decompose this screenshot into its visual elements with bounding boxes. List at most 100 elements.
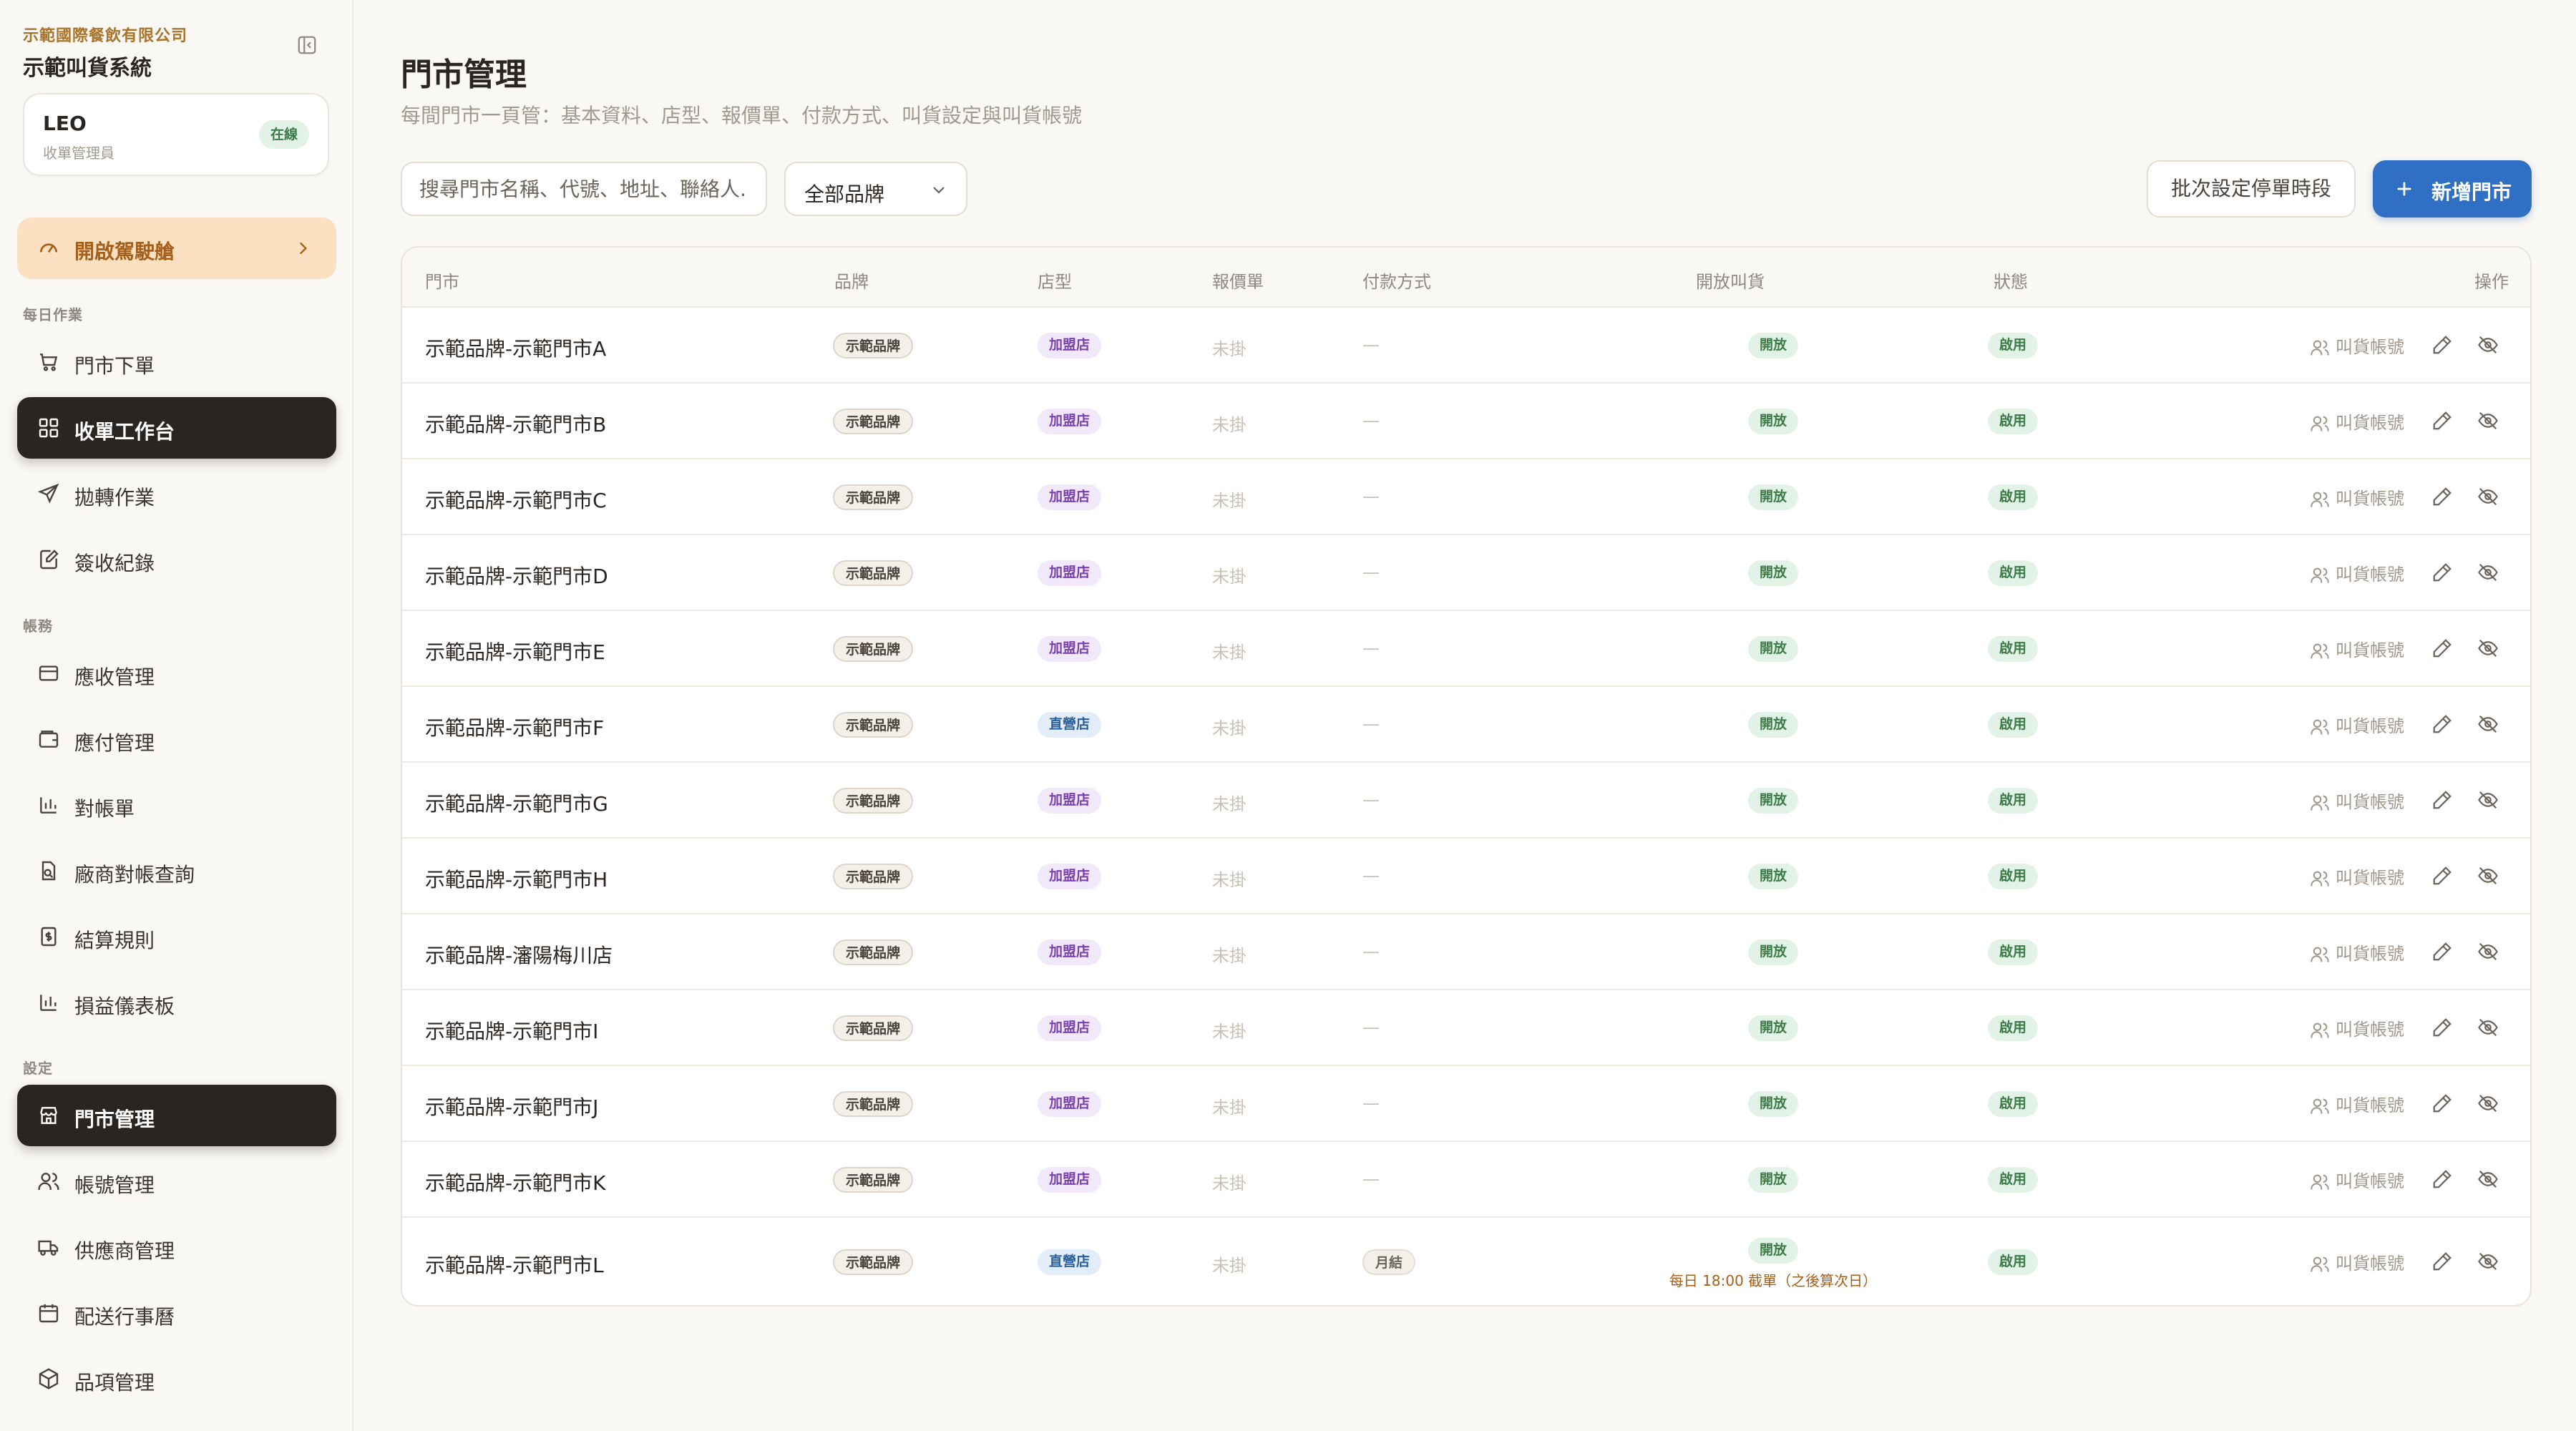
store-name[interactable]: 示範品牌-瀋陽梅川店: [425, 940, 613, 969]
store-name[interactable]: 示範品牌-示範門市A: [425, 333, 606, 362]
sidebar-item-statements[interactable]: 對帳單: [17, 774, 336, 836]
eye-off-icon[interactable]: [2477, 1093, 2499, 1114]
sidebar-item-order-workbench[interactable]: 收單工作台: [17, 397, 336, 459]
sidebar-item-store-order[interactable]: 門市下單: [17, 331, 336, 393]
batch-cutoff-button[interactable]: 批次設定停單時段: [2147, 160, 2356, 218]
table-row[interactable]: 示範品牌-示範門市H 示範品牌 加盟店 未掛 — 開放 啟用 叫貨帳號: [402, 839, 2530, 914]
eye-off-icon[interactable]: [2477, 1168, 2499, 1190]
eye-off-icon[interactable]: [2477, 1017, 2499, 1038]
edit-icon[interactable]: [2431, 1093, 2453, 1114]
search-input[interactable]: [401, 162, 767, 216]
edit-icon[interactable]: [2431, 486, 2453, 507]
store-name[interactable]: 示範品牌-示範門市J: [425, 1092, 598, 1120]
order-account-link[interactable]: 叫貨帳號: [2310, 484, 2404, 509]
sidebar-item-payables[interactable]: 應付管理: [17, 708, 336, 770]
bar-chart-icon: [37, 991, 60, 1014]
eye-off-icon[interactable]: [2477, 638, 2499, 659]
brand-badge: 示範品牌: [833, 788, 914, 814]
ordering-status-badge: 開放: [1747, 1015, 1798, 1041]
table-row[interactable]: 示範品牌-示範門市B 示範品牌 加盟店 未掛 — 開放 啟用 叫貨帳號: [402, 384, 2530, 459]
order-account-link[interactable]: 叫貨帳號: [2310, 1015, 2404, 1040]
table-row[interactable]: 示範品牌-瀋陽梅川店 示範品牌 加盟店 未掛 — 開放 啟用 叫貨帳號: [402, 914, 2530, 990]
eye-off-icon[interactable]: [2477, 334, 2499, 356]
table-row[interactable]: 示範品牌-示範門市I 示範品牌 加盟店 未掛 — 開放 啟用 叫貨帳號: [402, 990, 2530, 1066]
grid-icon: [37, 416, 60, 439]
quote-value: 未掛: [1212, 1022, 1246, 1042]
edit-icon[interactable]: [2431, 865, 2453, 887]
calendar-icon: [37, 1301, 60, 1324]
eye-off-icon[interactable]: [2477, 486, 2499, 507]
eye-off-icon[interactable]: [2477, 713, 2499, 735]
order-account-link[interactable]: 叫貨帳號: [2310, 864, 2404, 889]
store-name[interactable]: 示範品牌-示範門市K: [425, 1168, 605, 1196]
order-account-link[interactable]: 叫貨帳號: [2310, 712, 2404, 737]
order-account-link[interactable]: 叫貨帳號: [2310, 636, 2404, 661]
order-account-link[interactable]: 叫貨帳號: [2310, 788, 2404, 813]
users-icon: [2310, 565, 2330, 585]
store-name[interactable]: 示範品牌-示範門市F: [425, 713, 604, 741]
sidebar-item-receipt-records[interactable]: 簽收紀錄: [17, 529, 336, 590]
quote-value: 未掛: [1212, 718, 1246, 738]
edit-icon[interactable]: [2431, 334, 2453, 356]
open-cockpit-button[interactable]: 開啟駕駛艙: [17, 218, 336, 279]
store-name[interactable]: 示範品牌-示範門市B: [425, 409, 606, 438]
table-row[interactable]: 示範品牌-示範門市C 示範品牌 加盟店 未掛 — 開放 啟用 叫貨帳號: [402, 459, 2530, 535]
edit-icon[interactable]: [2431, 789, 2453, 811]
edit-icon[interactable]: [2431, 941, 2453, 962]
edit-icon[interactable]: [2431, 562, 2453, 583]
add-store-button[interactable]: 新增門市: [2373, 160, 2532, 218]
quote-value: 未掛: [1212, 567, 1246, 587]
brand-filter-select[interactable]: 全部品牌: [784, 162, 967, 216]
eye-off-icon[interactable]: [2477, 865, 2499, 887]
edit-icon[interactable]: [2431, 1017, 2453, 1038]
order-account-link[interactable]: 叫貨帳號: [2310, 1167, 2404, 1192]
eye-off-icon[interactable]: [2477, 562, 2499, 583]
order-account-link[interactable]: 叫貨帳號: [2310, 409, 2404, 434]
add-store-label: 新增門市: [2431, 180, 2512, 204]
edit-icon[interactable]: [2431, 1168, 2453, 1190]
sidebar-item-store-management[interactable]: 門市管理: [17, 1085, 336, 1146]
sidebar-item-delivery-calendar[interactable]: 配送行事曆: [17, 1282, 336, 1344]
store-name[interactable]: 示範品牌-示範門市H: [425, 864, 608, 893]
table-row[interactable]: 示範品牌-示範門市G 示範品牌 加盟店 未掛 — 開放 啟用 叫貨帳號: [402, 763, 2530, 839]
sidebar-item-pnl-dashboard[interactable]: 損益儀表板: [17, 972, 336, 1033]
order-account-link[interactable]: 叫貨帳號: [2310, 1091, 2404, 1116]
sidebar-item-receivables[interactable]: 應收管理: [17, 643, 336, 704]
eye-off-icon[interactable]: [2477, 789, 2499, 811]
order-account-link[interactable]: 叫貨帳號: [2310, 939, 2404, 964]
store-name[interactable]: 示範品牌-示範門市I: [425, 1016, 598, 1045]
table-row[interactable]: 示範品牌-示範門市F 示範品牌 直營店 未掛 — 開放 啟用 叫貨帳號: [402, 687, 2530, 763]
collapse-sidebar-icon[interactable]: [296, 34, 318, 56]
sidebar-item-supplier-management[interactable]: 供應商管理: [17, 1216, 336, 1278]
table-row[interactable]: 示範品牌-示範門市D 示範品牌 加盟店 未掛 — 開放 啟用 叫貨帳號: [402, 535, 2530, 611]
sidebar-item-label: 應收管理: [74, 665, 155, 689]
column-header-ordering: 開放叫貨: [1696, 272, 1765, 292]
table-row[interactable]: 示範品牌-示範門市A 示範品牌 加盟店 未掛 — 開放 啟用 叫貨帳號: [402, 308, 2530, 384]
order-account-link[interactable]: 叫貨帳號: [2310, 1249, 2404, 1274]
brand-badge: 示範品牌: [833, 636, 914, 662]
edit-icon[interactable]: [2431, 638, 2453, 659]
store-name[interactable]: 示範品牌-示範門市D: [425, 561, 608, 590]
table-row[interactable]: 示範品牌-示範門市J 示範品牌 加盟店 未掛 — 開放 啟用 叫貨帳號: [402, 1066, 2530, 1142]
table-row[interactable]: 示範品牌-示範門市K 示範品牌 加盟店 未掛 — 開放 啟用 叫貨帳號: [402, 1142, 2530, 1218]
edit-icon[interactable]: [2431, 1251, 2453, 1272]
order-account-link[interactable]: 叫貨帳號: [2310, 333, 2404, 358]
store-name[interactable]: 示範品牌-示範門市G: [425, 788, 608, 817]
sidebar-item-settlement-rules[interactable]: 結算規則: [17, 906, 336, 967]
status-badge: 啟用: [1988, 939, 2039, 965]
sidebar-item-item-management[interactable]: 品項管理: [17, 1348, 336, 1410]
eye-off-icon[interactable]: [2477, 410, 2499, 431]
sidebar-item-vendor-reconciliation[interactable]: 廠商對帳查詢: [17, 840, 336, 902]
eye-off-icon[interactable]: [2477, 941, 2499, 962]
sidebar-item-transfer[interactable]: 拋轉作業: [17, 463, 336, 524]
store-name[interactable]: 示範品牌-示範門市E: [425, 637, 605, 665]
store-name[interactable]: 示範品牌-示範門市L: [425, 1250, 604, 1279]
order-account-link[interactable]: 叫貨帳號: [2310, 560, 2404, 585]
store-name[interactable]: 示範品牌-示範門市C: [425, 485, 607, 514]
table-row[interactable]: 示範品牌-示範門市L 示範品牌 直營店 未掛 月結 開放 每日 18:00 截單（之後算次日…: [402, 1218, 2530, 1305]
sidebar-item-account-management[interactable]: 帳號管理: [17, 1151, 336, 1212]
table-row[interactable]: 示範品牌-示範門市E 示範品牌 加盟店 未掛 — 開放 啟用 叫貨帳號: [402, 611, 2530, 687]
edit-icon[interactable]: [2431, 713, 2453, 735]
eye-off-icon[interactable]: [2477, 1251, 2499, 1272]
edit-icon[interactable]: [2431, 410, 2453, 431]
